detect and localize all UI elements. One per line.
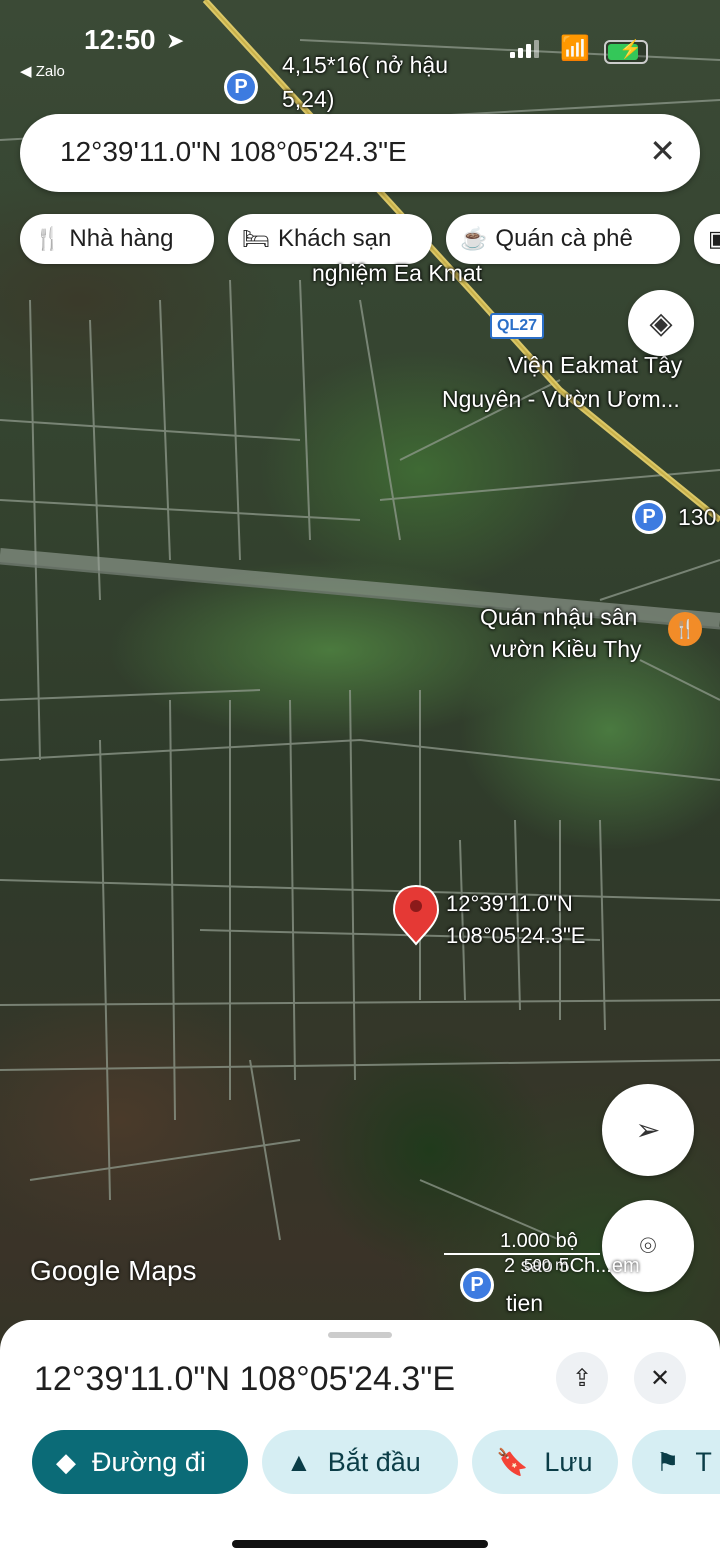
chip-cafes[interactable]: ☕ Quán cà phê [446, 214, 680, 264]
pin-label: 12°39'11.0"N 108°05'24.3"E [446, 888, 585, 952]
chip-label: Nhà hàng [69, 225, 174, 252]
chip-label: Quán cà phê [495, 225, 633, 252]
map-label[interactable]: Viện Eakmat Tây [508, 352, 682, 379]
parking-poi[interactable]: P [632, 500, 666, 534]
parking-icon: P [463, 1271, 491, 1299]
scale-meters: 500 m [524, 1257, 569, 1274]
place-sheet[interactable]: 12°39'11.0"N 108°05'24.3"E ⇪ ✕ ◆ Đường đ… [0, 1320, 720, 1564]
pin-lng: 108°05'24.3"E [446, 923, 586, 948]
hotel-icon: 🛏 [242, 226, 270, 251]
map-label[interactable]: vườn Kiều Thy [490, 636, 642, 663]
restaurant-poi[interactable]: 🍴 [668, 612, 702, 646]
place-title: 12°39'11.0"N 108°05'24.3"E [34, 1360, 455, 1398]
search-query[interactable]: 12°39'11.0"N 108°05'24.3"E [60, 136, 407, 168]
road-shield: QL27 [490, 313, 545, 339]
clear-search-icon[interactable]: ✕ [649, 132, 676, 170]
close-icon: ✕ [649, 1364, 671, 1392]
camera-search-icon: ⌾ [639, 1229, 657, 1261]
map-label[interactable]: Nguyên - Vườn Ươm... [442, 386, 680, 413]
directions-label: Đường đi [92, 1446, 206, 1477]
map-label[interactable]: Quán nhậu sân [480, 604, 637, 631]
save-label: Lưu [544, 1446, 593, 1477]
close-sheet-button[interactable]: ✕ [634, 1352, 686, 1404]
home-indicator [232, 1540, 488, 1548]
directions-icon: ◆ [56, 1446, 76, 1477]
start-button[interactable]: ▲ Bắt đầu [262, 1430, 458, 1494]
restaurant-icon: 🍴 [34, 226, 62, 251]
cellular-signal-icon [510, 40, 542, 58]
clock: 12:50 [84, 24, 156, 55]
share-icon: ⇪ [571, 1364, 593, 1392]
parking-poi[interactable]: P [224, 70, 258, 104]
label-label: T [695, 1446, 712, 1477]
layers-icon: ◈ [649, 306, 673, 340]
directions-button[interactable]: ◆ Đường đi [32, 1430, 248, 1494]
flag-icon: ⚑ [656, 1446, 680, 1477]
save-button[interactable]: 🔖 Lưu [472, 1430, 618, 1494]
battery-icon: ⚡ [604, 39, 648, 64]
map-label[interactable]: tien [506, 1290, 543, 1317]
chip-label: Khách sạn [277, 225, 392, 252]
restaurant-icon: 🍴 [673, 618, 697, 639]
navigation-icon: ▲ [286, 1446, 312, 1477]
coffee-icon: ☕ [460, 226, 488, 251]
wifi-icon: 📶 [560, 35, 590, 62]
my-location-button[interactable]: ➢ [602, 1084, 694, 1176]
bookmark-icon: 🔖 [496, 1446, 529, 1477]
map-label[interactable]: nghiệm Ea Kmat [312, 260, 482, 287]
pin-lat: 12°39'11.0"N [446, 891, 573, 916]
google-maps-attribution: Google Maps [30, 1255, 197, 1286]
location-arrow-icon: ➤ [166, 28, 185, 53]
navigation-arrow-icon: ➢ [635, 1113, 661, 1147]
label-button[interactable]: ⚑ T [632, 1430, 720, 1494]
search-bar[interactable]: 12°39'11.0"N 108°05'24.3"E ✕ [20, 114, 700, 192]
map-label[interactable]: 4,15*16( nở hậu [282, 52, 448, 79]
parking-poi[interactable]: P [460, 1268, 494, 1302]
more-chip-icon: ▣ [708, 226, 720, 251]
parking-icon: P [635, 503, 663, 531]
back-to-app-link[interactable]: ◀ Zalo [20, 62, 65, 80]
scale-top: 1.000 bộ [444, 1230, 600, 1255]
start-label: Bắt đầu [327, 1446, 421, 1477]
chip-restaurants[interactable]: 🍴 Nhà hàng [20, 214, 214, 264]
layers-button[interactable]: ◈ [628, 290, 694, 356]
share-button[interactable]: ⇪ [556, 1352, 608, 1404]
sheet-drag-handle[interactable] [328, 1332, 392, 1338]
chip-hotels[interactable]: 🛏 Khách sạn [228, 214, 432, 264]
map-label[interactable]: 130 [678, 504, 716, 531]
map-label[interactable]: 5,24) [282, 86, 334, 113]
parking-icon: P [227, 73, 255, 101]
